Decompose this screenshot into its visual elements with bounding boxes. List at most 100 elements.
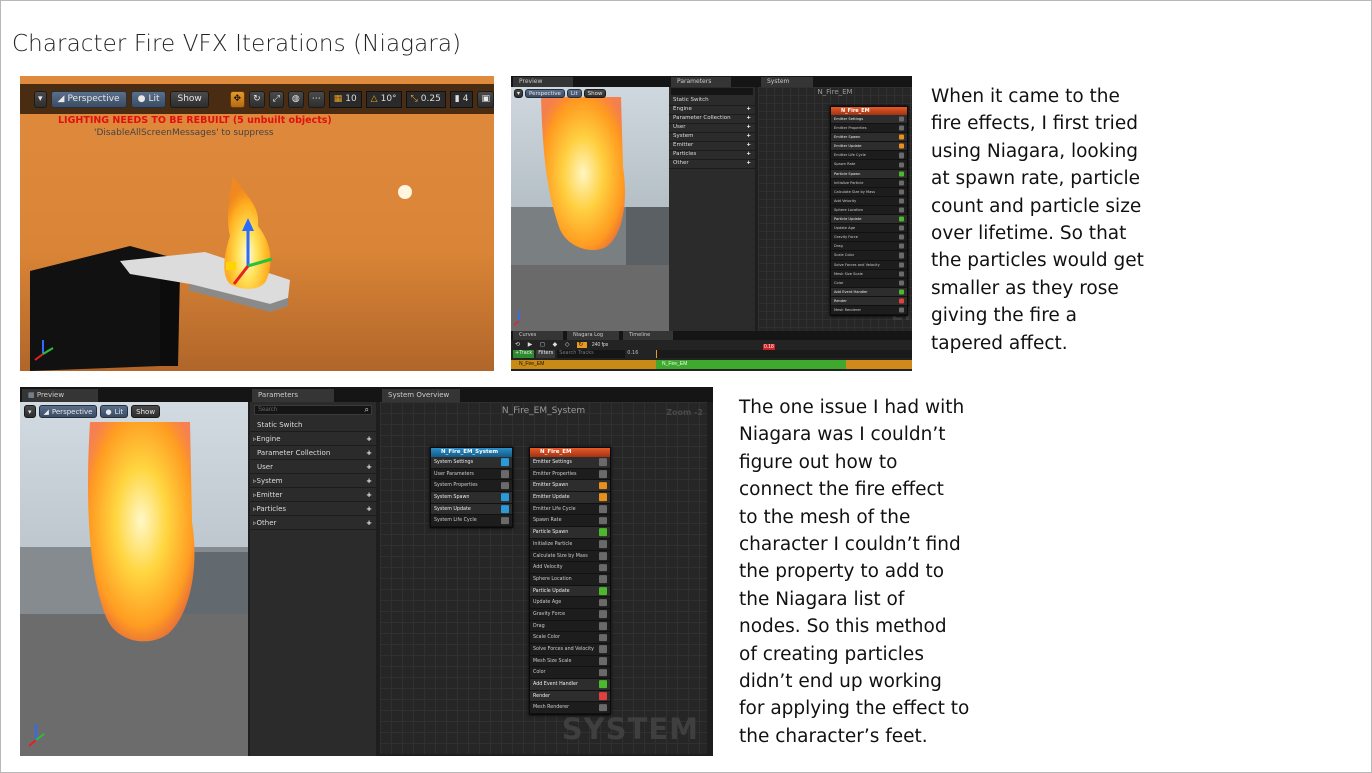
node-module-row[interactable]: Emitter Spawn: [530, 480, 610, 493]
node-module-row[interactable]: Add Event Handler: [831, 287, 907, 297]
tab-timeline[interactable]: Timeline: [623, 331, 673, 340]
filters-button[interactable]: Filters: [536, 350, 556, 358]
plus-icon[interactable]: +: [366, 516, 372, 530]
small-param-collection[interactable]: Parameter Collection +: [669, 115, 755, 124]
add-module-icon[interactable]: [599, 481, 607, 490]
checkbox-icon[interactable]: [898, 116, 904, 122]
plus-icon[interactable]: +: [366, 446, 372, 460]
checkbox-icon[interactable]: [599, 633, 607, 642]
add-module-icon[interactable]: [898, 216, 904, 222]
checkbox-icon[interactable]: [599, 668, 607, 677]
node-module-row[interactable]: Calculate Size by Mass: [831, 188, 907, 197]
checkbox-icon[interactable]: [898, 198, 904, 204]
checkbox-icon[interactable]: [898, 207, 904, 213]
node-module-row[interactable]: Particle Update: [831, 215, 907, 225]
node-module-row[interactable]: Color: [831, 279, 907, 288]
small-show-button[interactable]: Show: [583, 89, 607, 98]
small-emitter-node[interactable]: N_Fire_EM Emitter Settings Emitter Proper…: [830, 106, 908, 317]
node-module-row[interactable]: Emitter Life Cycle: [831, 151, 907, 161]
plus-icon[interactable]: +: [746, 106, 751, 112]
node-module-row[interactable]: Add Velocity: [530, 562, 610, 574]
node-module-row[interactable]: Emitter Life Cycle: [530, 504, 610, 516]
add-module-icon[interactable]: [898, 171, 904, 177]
scale-tool-icon[interactable]: ⤢: [268, 90, 284, 108]
checkbox-icon[interactable]: [599, 563, 607, 572]
small-lit-button[interactable]: Lit: [566, 89, 582, 98]
tab-system-overview[interactable]: System Overview: [761, 77, 813, 95]
emitter-node[interactable]: N_Fire_EM Emitter Settings Emitter Proper…: [529, 447, 611, 716]
large-param-static-switch[interactable]: Static Switch: [250, 419, 376, 432]
scale-snap[interactable]: ⤡ 0.25: [405, 90, 446, 108]
add-module-icon[interactable]: [898, 134, 904, 140]
checkbox-icon[interactable]: [599, 540, 607, 548]
perspective-button[interactable]: ◢ Perspective: [50, 90, 127, 108]
checkbox-icon[interactable]: [898, 234, 904, 240]
node-module-row[interactable]: Emitter Settings: [831, 115, 907, 125]
viewport-menu-button[interactable]: ▾: [34, 90, 47, 108]
world-space-icon[interactable]: ◍: [287, 90, 304, 108]
add-module-icon[interactable]: [501, 458, 509, 467]
small-transport-controls[interactable]: ⟲ ▶ ◻ ◆ ◇ ↻ 240 fps: [515, 341, 608, 348]
node-module-row[interactable]: Update Age: [530, 597, 610, 609]
node-module-row[interactable]: Emitter Spawn: [831, 133, 907, 143]
tab-preview[interactable]: Preview: [513, 77, 573, 87]
system-node[interactable]: N_Fire_EM_System System Settings User Par…: [430, 447, 513, 529]
rotate-tool-icon[interactable]: ↻: [249, 90, 265, 108]
large-param-system[interactable]: ▹System +: [250, 474, 376, 488]
add-module-icon[interactable]: [898, 289, 904, 295]
checkbox-icon[interactable]: [599, 516, 607, 525]
plus-icon[interactable]: +: [746, 160, 751, 166]
plus-icon[interactable]: +: [746, 151, 751, 157]
add-module-icon[interactable]: [898, 298, 904, 304]
node-module-row[interactable]: Initialize Particle: [831, 179, 907, 188]
node-module-row[interactable]: Mesh Renderer: [530, 702, 610, 715]
checkbox-icon[interactable]: [599, 470, 607, 478]
plus-icon[interactable]: +: [746, 133, 751, 139]
small-param-system[interactable]: System +: [669, 133, 755, 142]
track-row[interactable]: N_Fire_EM: [511, 360, 656, 369]
large-show-button[interactable]: Show: [131, 405, 161, 418]
node-module-row[interactable]: Color: [530, 667, 610, 680]
add-track-button[interactable]: +Track: [513, 350, 535, 358]
checkbox-icon[interactable]: [898, 307, 904, 313]
tab-parameters[interactable]: Parameters: [671, 77, 731, 87]
camera-speed[interactable]: ▮ 4: [449, 90, 474, 108]
node-module-row[interactable]: Render: [831, 296, 907, 306]
node-module-row[interactable]: Render: [530, 690, 610, 703]
checkbox-icon[interactable]: [599, 645, 607, 654]
node-module-row[interactable]: Update Age: [831, 224, 907, 234]
tab-system-overview[interactable]: System Overview: [382, 389, 460, 402]
node-module-row[interactable]: Solve Forces and Velocity: [530, 644, 610, 656]
checkbox-icon[interactable]: [501, 516, 509, 525]
checkbox-icon[interactable]: [501, 470, 509, 478]
plus-icon[interactable]: +: [746, 124, 751, 130]
large-search-input[interactable]: Search ⌕: [254, 405, 372, 415]
add-module-icon[interactable]: [501, 493, 509, 502]
node-module-row[interactable]: Drag: [831, 242, 907, 252]
node-module-row[interactable]: Sphere Location: [831, 206, 907, 216]
surface-snap-icon[interactable]: ⋯: [307, 90, 325, 108]
plus-icon[interactable]: +: [746, 142, 751, 148]
node-module-row[interactable]: Add Velocity: [831, 197, 907, 206]
node-module-row[interactable]: Scale Color: [530, 632, 610, 644]
plus-icon[interactable]: +: [366, 488, 372, 502]
node-module-row[interactable]: Emitter Update: [530, 492, 610, 504]
checkbox-icon[interactable]: [898, 180, 904, 186]
checkbox-icon[interactable]: [898, 243, 904, 249]
small-graph[interactable]: N_Fire_EM EI N_Fire_EM Emitter SettingsE…: [758, 87, 912, 331]
node-module-row[interactable]: Calculate Size by Mass: [530, 551, 610, 563]
large-perspective-button[interactable]: ◢ Perspective: [38, 405, 98, 418]
checkbox-icon[interactable]: [599, 575, 607, 584]
timeline-ruler[interactable]: [656, 350, 912, 358]
grid-snap[interactable]: ▦ 10: [328, 90, 362, 108]
node-module-row[interactable]: Emitter Settings: [530, 457, 610, 469]
checkbox-icon[interactable]: [599, 505, 607, 513]
tab-niagara-log[interactable]: Niagara Log: [567, 331, 619, 340]
node-module-row[interactable]: System Spawn: [431, 492, 512, 504]
plus-icon[interactable]: +: [366, 460, 372, 474]
search-tracks-input[interactable]: Search Tracks: [557, 350, 626, 358]
node-module-row[interactable]: System Life Cycle: [431, 515, 512, 528]
large-param-other[interactable]: ▹Other +: [250, 516, 376, 530]
tab-curves[interactable]: Curves: [513, 331, 563, 340]
large-graph[interactable]: N_Fire_EM_System Zoom -2 SYSTEM N_Fire_E…: [380, 402, 707, 754]
